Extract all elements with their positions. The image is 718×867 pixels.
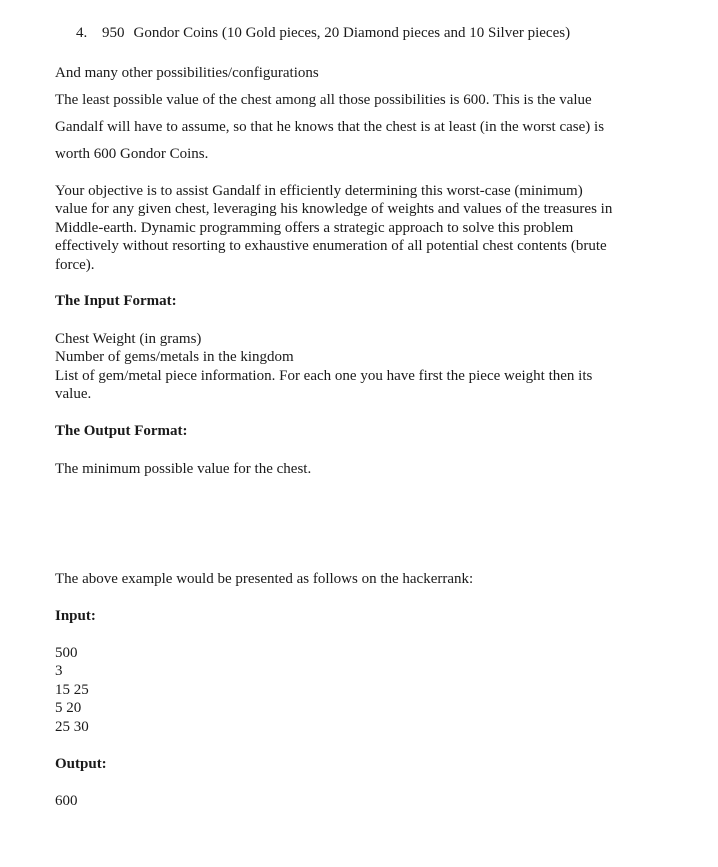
example-output-value: 600 — [55, 793, 78, 809]
example-output-heading: Output: — [55, 756, 107, 772]
objective-line-4: effectively without resorting to exhaust… — [55, 238, 607, 254]
example-input-line-4: 5 20 — [55, 700, 82, 716]
list-item-number: 4. — [76, 25, 88, 41]
example-input-line-5: 25 30 — [55, 719, 89, 735]
least-value-line-3: worth 600 Gondor Coins. — [55, 146, 209, 162]
example-input-line-1: 500 — [55, 645, 78, 661]
input-format-heading: The Input Format: — [55, 293, 177, 309]
input-format-line-3: List of gem/metal piece information. For… — [55, 368, 593, 384]
objective-line-5: force). — [55, 257, 95, 273]
list-item-text: Gondor Coins (10 Gold pieces, 20 Diamond… — [133, 25, 571, 41]
objective-line-3: Middle-earth. Dynamic programming offers… — [55, 220, 574, 236]
document-page: 4. 950 Gondor Coins (10 Gold pieces, 20 Di… — [0, 0, 718, 867]
output-format-heading: The Output Format: — [55, 423, 188, 439]
list-item-amount: 950 — [102, 25, 125, 41]
objective-line-2: value for any given chest, leveraging hi… — [55, 201, 613, 217]
list-item-4: 4. 950 Gondor Coins (10 Gold pieces, 20 Di… — [76, 24, 570, 42]
input-format-line-4: value. — [55, 386, 92, 402]
example-input-heading: Input: — [55, 608, 96, 624]
least-value-line-2: Gandalf will have to assume, so that he … — [55, 119, 605, 135]
input-format-line-1: Chest Weight (in grams) — [55, 331, 202, 347]
output-format-line-1: The minimum possible value for the chest… — [55, 461, 312, 477]
input-format-line-2: Number of gems/metals in the kingdom — [55, 349, 294, 365]
objective-line-1: Your objective is to assist Gandalf in e… — [55, 183, 583, 199]
example-input-line-3: 15 25 — [55, 682, 89, 698]
example-input-line-2: 3 — [55, 663, 63, 679]
least-value-line-1: The least possible value of the chest am… — [55, 92, 592, 108]
possibilities-text: And many other possibilities/configurati… — [55, 65, 319, 81]
example-intro: The above example would be presented as … — [55, 571, 474, 587]
